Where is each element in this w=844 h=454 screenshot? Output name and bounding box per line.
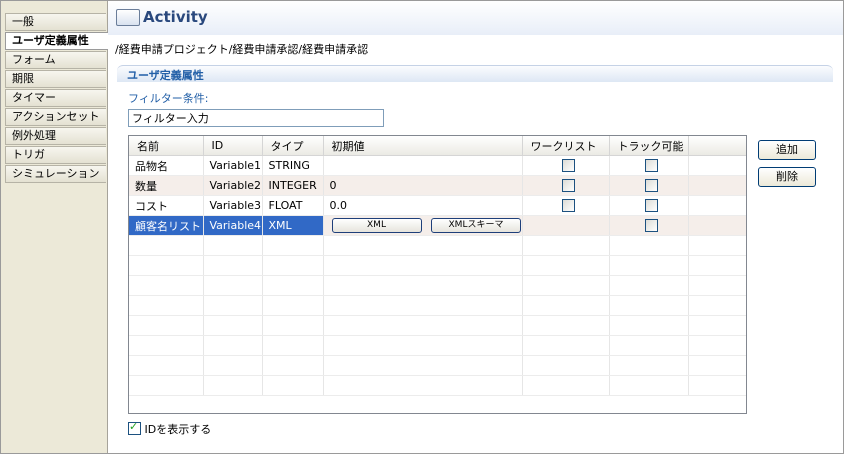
cell-name[interactable]: コスト (129, 195, 204, 216)
tab-user-defined-attributes[interactable]: ユーザ定義属性 (5, 32, 108, 50)
tab-general[interactable]: 一般 (5, 13, 106, 31)
filter-input[interactable] (128, 109, 384, 127)
cell-name[interactable]: 品物名 (129, 155, 204, 176)
cell-filler (688, 175, 746, 196)
column-header-trackable[interactable]: トラック可能 (609, 136, 689, 156)
table-row-selected[interactable]: 顧客名リスト Variable4 XML XML XMLスキーマ (129, 215, 746, 236)
tab-timer[interactable]: タイマー (5, 89, 106, 107)
attributes-table: 名前 ID タイプ 初期値 ワークリスト トラック可能 品物名 Variable… (128, 135, 747, 414)
column-header-id[interactable]: ID (203, 136, 263, 156)
delete-button[interactable]: 削除 (758, 167, 816, 187)
tab-exception-handling[interactable]: 例外処理 (5, 127, 106, 145)
page-title: Activity (143, 8, 208, 26)
trackable-checkbox[interactable] (645, 159, 658, 173)
column-header-filler (688, 136, 746, 156)
cell-id[interactable]: Variable1 (203, 155, 263, 176)
cell-worklist (522, 175, 610, 196)
cell-trackable (609, 175, 689, 196)
cell-filler (688, 155, 746, 176)
table-row-empty (129, 275, 746, 296)
worklist-checkbox[interactable] (562, 199, 575, 213)
column-header-worklist[interactable]: ワークリスト (522, 136, 610, 156)
cell-type[interactable]: INTEGER (262, 175, 324, 196)
add-button[interactable]: 追加 (758, 140, 816, 160)
activity-icon (116, 9, 140, 26)
panel-header: Activity (108, 1, 843, 35)
column-header-initial-value[interactable]: 初期値 (323, 136, 523, 156)
editor-frame: 一般 ユーザ定義属性 フォーム 期限 タイマー アクションセット 例外処理 トリ… (0, 0, 844, 454)
cell-initial-value[interactable]: 0 (323, 175, 523, 196)
cell-id[interactable]: Variable2 (203, 175, 263, 196)
show-id-checkbox[interactable] (128, 420, 141, 435)
xml-button[interactable]: XML (331, 218, 422, 233)
show-id-label: IDを表示する (144, 423, 212, 436)
property-tabs: 一般 ユーザ定義属性 フォーム 期限 タイマー アクションセット 例外処理 トリ… (1, 1, 108, 453)
tab-form[interactable]: フォーム (5, 51, 106, 69)
cell-trackable (609, 215, 689, 236)
table-row-empty (129, 355, 746, 376)
cell-id[interactable]: Variable4 (203, 215, 263, 236)
cell-trackable (609, 195, 689, 216)
cell-filler (688, 195, 746, 216)
table-row-empty (129, 295, 746, 316)
cell-name[interactable]: 顧客名リスト (129, 215, 204, 236)
section-title: ユーザ定義属性 (127, 69, 204, 82)
column-header-type[interactable]: タイプ (262, 136, 324, 156)
tab-trigger[interactable]: トリガ (5, 146, 106, 164)
breadcrumb: /経費申請プロジェクト/経費申請承認/経費申請承認 (115, 43, 369, 56)
cell-name[interactable]: 数量 (129, 175, 204, 196)
trackable-checkbox[interactable] (645, 219, 658, 233)
table-row-empty (129, 255, 746, 276)
tab-action-set[interactable]: アクションセット (5, 108, 106, 126)
column-header-name[interactable]: 名前 (129, 136, 204, 156)
cell-worklist (522, 195, 610, 216)
trackable-checkbox[interactable] (645, 199, 658, 213)
cell-id[interactable]: Variable3 (203, 195, 263, 216)
table-row[interactable]: 数量 Variable2 INTEGER 0 (129, 175, 746, 196)
xml-schema-button[interactable]: XMLスキーマ (431, 218, 521, 233)
tab-simulation[interactable]: シミュレーション (5, 165, 106, 183)
table-row-empty (129, 315, 746, 336)
show-id-option[interactable]: IDを表示する (128, 420, 212, 437)
cell-filler (688, 215, 746, 236)
cell-trackable (609, 155, 689, 176)
table-row[interactable]: コスト Variable3 FLOAT 0.0 (129, 195, 746, 216)
cell-initial-value: XML XMLスキーマ (323, 215, 523, 236)
cell-worklist (522, 215, 610, 236)
cell-type[interactable]: XML (262, 215, 324, 236)
cell-initial-value[interactable] (323, 155, 523, 176)
tab-deadline[interactable]: 期限 (5, 70, 106, 88)
table-row-empty (129, 235, 746, 256)
cell-initial-value[interactable]: 0.0 (323, 195, 523, 216)
table-row-empty (129, 335, 746, 356)
worklist-checkbox[interactable] (562, 159, 575, 173)
cell-worklist (522, 155, 610, 176)
section-header: ユーザ定義属性 (117, 65, 833, 82)
table-row[interactable]: 品物名 Variable1 STRING (129, 155, 746, 176)
table-row-empty (129, 375, 746, 396)
table-header: 名前 ID タイプ 初期値 ワークリスト トラック可能 (129, 136, 746, 156)
cell-type[interactable]: FLOAT (262, 195, 324, 216)
trackable-checkbox[interactable] (645, 179, 658, 193)
worklist-checkbox[interactable] (562, 179, 575, 193)
cell-type[interactable]: STRING (262, 155, 324, 176)
filter-label: フィルター条件: (128, 92, 209, 105)
